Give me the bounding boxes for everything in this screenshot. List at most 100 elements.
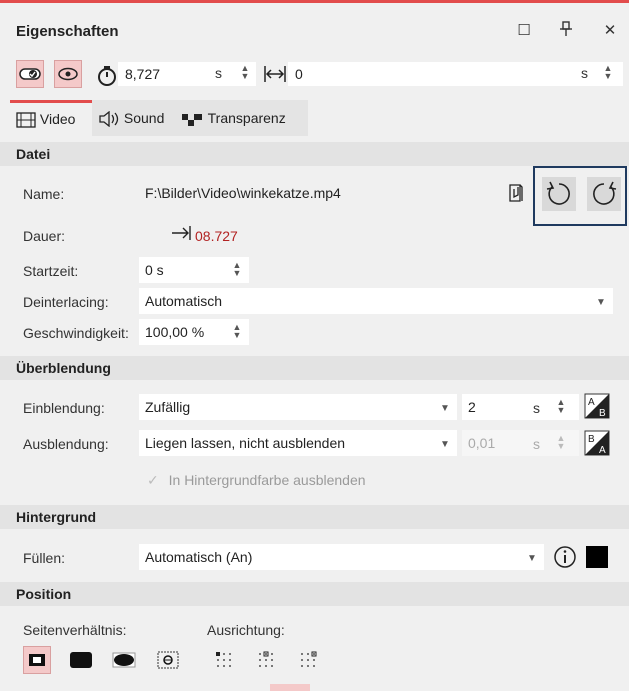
einblendung-ab-icon[interactable]: AB	[584, 393, 610, 419]
name-value: F:\Bilder\Video\winkekatze.mp4	[145, 185, 341, 201]
section-hintergrund-header: Hintergrund	[0, 505, 629, 529]
speaker-icon	[99, 110, 119, 128]
speed-spinner[interactable]: ▲ ▼	[232, 323, 242, 340]
deinterlacing-dropdown-icon[interactable]: ▼	[596, 297, 606, 308]
svg-text:A: A	[599, 445, 606, 456]
partial-row-button[interactable]	[270, 684, 310, 691]
hintergrundfarbe-checkbox[interactable]: ✓ In Hintergrundfarbe ausblenden	[147, 472, 366, 489]
startzeit-label: Startzeit:	[23, 263, 79, 279]
name-field[interactable]: F:\Bilder\Video\winkekatze.mp4	[139, 180, 529, 206]
rotate-left-icon	[546, 181, 570, 205]
startzeit-value: 0 s	[145, 262, 164, 278]
deinterlacing-select[interactable]: Automatisch	[139, 288, 613, 314]
align-grid-icon	[216, 652, 231, 667]
toggle-check-icon	[19, 68, 41, 80]
svg-text:A: A	[588, 397, 595, 408]
offset-value: 0	[295, 66, 303, 82]
toolbar: 8,727 s ▲ ▼ 0 s ▲ ▼	[0, 56, 629, 96]
einblendung-label: Einblendung:	[23, 400, 105, 416]
ausblendung-label: Ausblendung:	[23, 436, 109, 452]
info-icon[interactable]	[553, 545, 577, 572]
offset-field[interactable]: 0	[288, 62, 623, 86]
aspect-crop-button[interactable]	[110, 646, 138, 674]
ausrichtung-label: Ausrichtung:	[207, 622, 285, 638]
einblendung-select[interactable]: Zufällig	[139, 394, 457, 420]
stopwatch-icon	[97, 65, 117, 90]
deinterlacing-value: Automatisch	[145, 293, 223, 309]
ausblendung-spinner[interactable]: ▲ ▼	[556, 434, 566, 451]
ausblendung-time-value: 0,01	[468, 435, 496, 451]
fuellen-value: Automatisch (An)	[145, 549, 253, 565]
align-center-button[interactable]	[210, 646, 238, 674]
aspect-fill-button[interactable]	[67, 646, 95, 674]
einblendung-dropdown-icon[interactable]: ▼	[440, 403, 450, 414]
restore-icon[interactable]: ☐	[513, 21, 535, 43]
name-label: Name:	[23, 186, 65, 202]
rotate-left-button[interactable]	[542, 177, 576, 211]
panel-title: Eigenschaften	[16, 23, 119, 40]
title-bar: Eigenschaften ☐ ✕	[0, 3, 629, 55]
preview-eye-button[interactable]	[54, 60, 82, 88]
arrow-to-end-icon	[170, 225, 192, 244]
align-top-center-button[interactable]	[252, 646, 280, 674]
ausblendung-unit: s	[533, 436, 540, 452]
film-icon	[16, 112, 36, 128]
eye-icon	[58, 67, 78, 81]
aspect-fit-button[interactable]	[23, 646, 51, 674]
rotate-right-icon	[593, 181, 617, 205]
speed-label: Geschwindigkeit:	[23, 325, 129, 341]
duration-unit: s	[215, 65, 222, 81]
svg-text:B: B	[588, 434, 595, 445]
speed-value: 100,00 %	[145, 324, 205, 340]
tab-transparenz[interactable]: Transparenz	[174, 100, 308, 136]
einblendung-time-value: 2	[468, 399, 476, 415]
section-position-header: Position	[0, 582, 629, 606]
einblendung-unit: s	[533, 400, 540, 416]
tab-video-label: Video	[39, 111, 76, 127]
background-color-swatch[interactable]	[586, 546, 608, 568]
aspect-fill-icon	[70, 652, 92, 668]
fuellen-select[interactable]: Automatisch (An)	[139, 544, 544, 570]
ausblendung-select[interactable]: Liegen lassen, nicht ausblenden	[139, 430, 457, 456]
toggle-visible-button[interactable]	[16, 60, 44, 88]
ausblendung-ba-icon[interactable]: BA	[584, 430, 610, 456]
open-file-icon[interactable]	[508, 183, 524, 206]
aspect-original-icon	[157, 651, 179, 669]
aspect-fit-icon	[29, 654, 45, 666]
ausblendung-value: Liegen lassen, nicht ausblenden	[145, 435, 346, 451]
tab-bar: Video Sound Transparenz	[0, 100, 629, 140]
transparency-icon	[182, 114, 202, 127]
tab-sound[interactable]: Sound	[92, 100, 186, 136]
align-top-right-button[interactable]	[294, 646, 322, 674]
einblendung-spinner[interactable]: ▲ ▼	[556, 398, 566, 415]
duration-field[interactable]: 8,727	[118, 62, 256, 86]
section-ueberblendung-header: Überblendung	[0, 356, 629, 380]
startzeit-spinner[interactable]: ▲ ▼	[232, 261, 242, 278]
dauer-value: 08.727	[195, 228, 238, 244]
aspect-crop-icon	[112, 652, 136, 668]
deinterlacing-label: Deinterlacing:	[23, 294, 109, 310]
align-grid-icon	[301, 651, 317, 667]
svg-text:B: B	[599, 408, 606, 419]
tab-sound-label: Sound	[123, 110, 165, 126]
tab-video[interactable]: Video	[10, 100, 92, 136]
fuellen-label: Füllen:	[23, 550, 66, 566]
duration-spinner[interactable]: ▲ ▼	[240, 64, 250, 81]
pin-icon[interactable]	[555, 21, 577, 43]
hintergrundfarbe-checkbox-label: In Hintergrundfarbe ausblenden	[168, 472, 366, 488]
offset-spinner[interactable]: ▲ ▼	[603, 64, 613, 81]
offset-unit: s	[581, 65, 588, 81]
fuellen-dropdown-icon[interactable]: ▼	[527, 553, 537, 564]
seitenverhaeltnis-label: Seitenverhältnis:	[23, 622, 127, 638]
section-datei-header: Datei	[0, 142, 629, 166]
ausblendung-dropdown-icon[interactable]: ▼	[440, 439, 450, 450]
align-grid-icon	[259, 651, 273, 667]
close-icon[interactable]: ✕	[599, 21, 621, 43]
dauer-label: Dauer:	[23, 228, 66, 244]
offset-arrows-icon	[263, 64, 287, 87]
rotate-right-button[interactable]	[587, 177, 621, 211]
aspect-original-button[interactable]	[154, 646, 182, 674]
einblendung-value: Zufällig	[145, 399, 191, 415]
check-icon: ✓	[147, 472, 159, 488]
duration-value: 8,727	[125, 66, 161, 82]
